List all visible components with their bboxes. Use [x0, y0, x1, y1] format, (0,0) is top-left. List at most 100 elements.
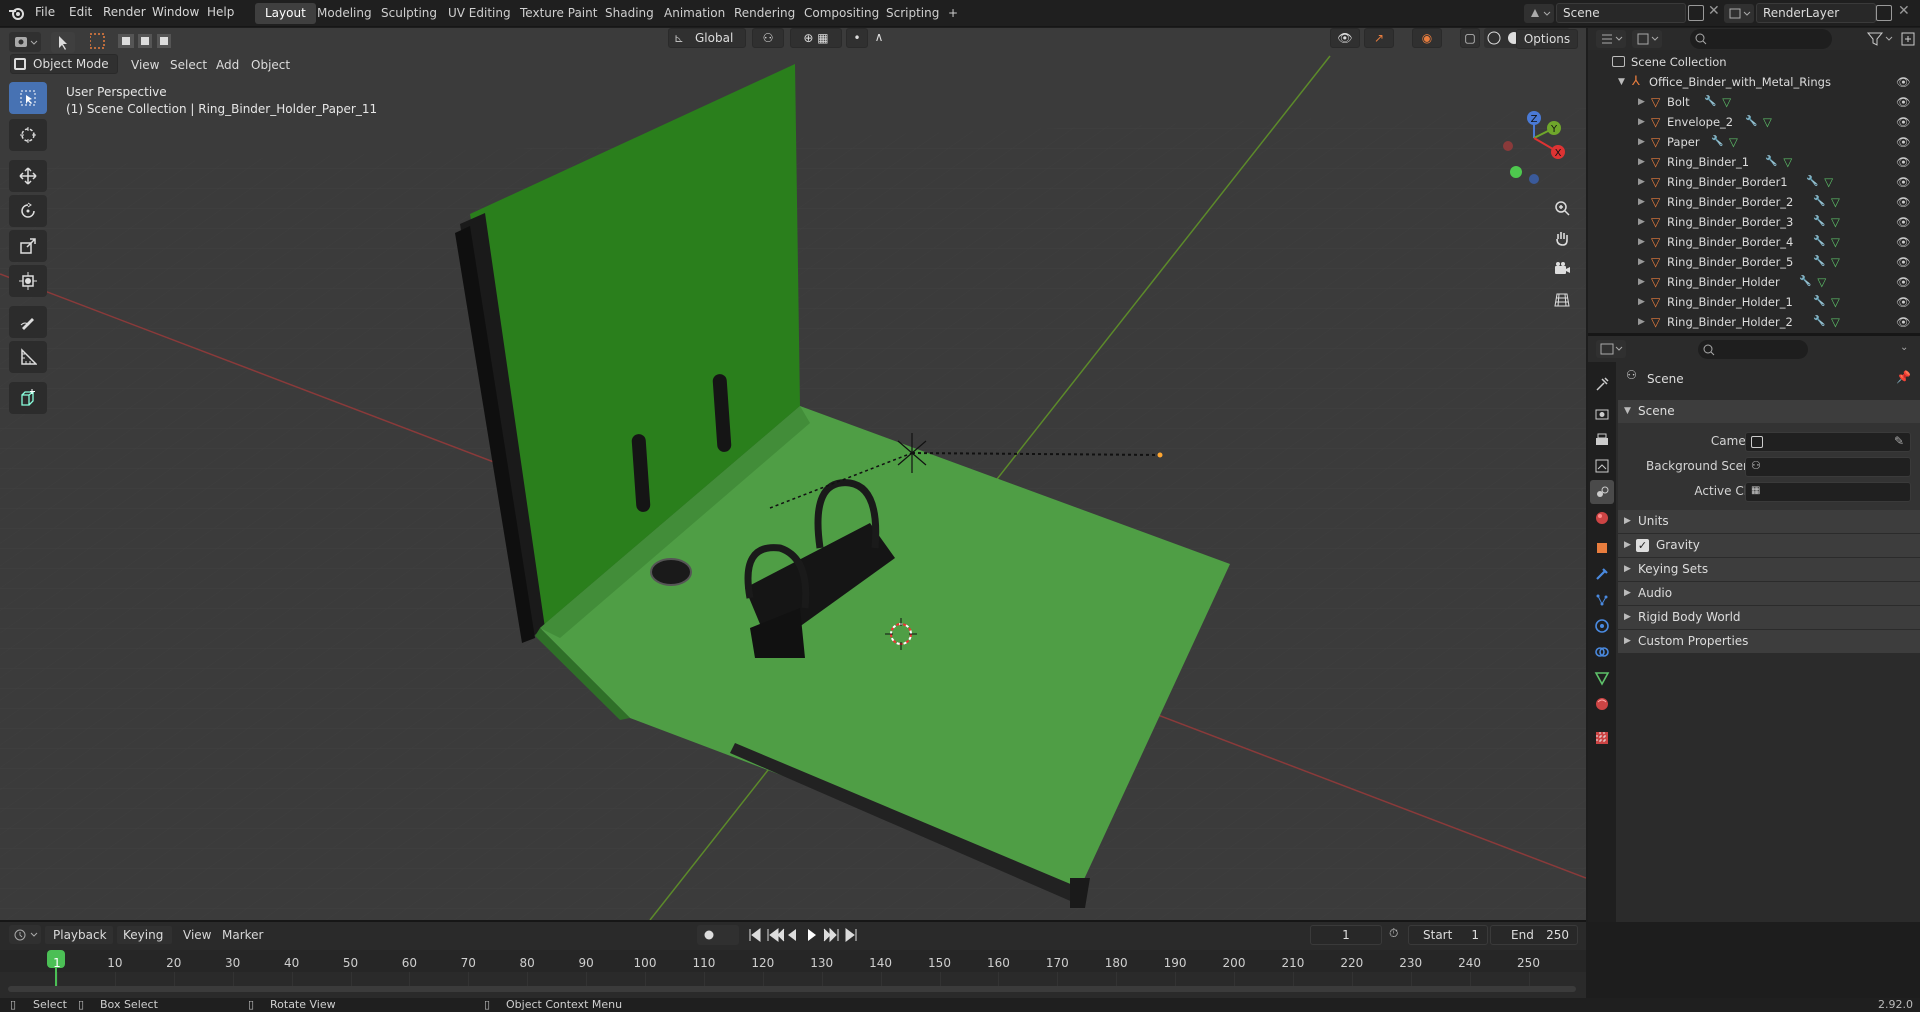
close-icon[interactable]: ✕	[1898, 3, 1910, 19]
outliner-item[interactable]: ▶ ▽ Paper 🔧 ▽ 👁	[1588, 132, 1920, 152]
mesh-data-icon[interactable]: ▽	[1783, 152, 1792, 172]
select-tool-button[interactable]	[51, 32, 75, 53]
outliner-item[interactable]: ▶ ▽ Ring_Binder_Holder 🔧 ▽ 👁	[1588, 272, 1920, 292]
scene-panel-header[interactable]: ▼ Scene	[1618, 400, 1920, 423]
chevron-right-icon[interactable]: ▶	[1638, 112, 1645, 132]
texture-tab-icon[interactable]	[1590, 726, 1614, 750]
wrench-modifier-icon[interactable]: 🔧	[1813, 252, 1825, 272]
preview-range-icon[interactable]: ⏱	[1389, 926, 1398, 941]
pivot-point-button[interactable]: ⚇	[752, 28, 784, 48]
proportional-edit-button[interactable]: •	[846, 28, 868, 48]
chevron-right-icon[interactable]: ▶	[1638, 132, 1645, 152]
eye-icon[interactable]: 👁	[1896, 212, 1911, 232]
eye-icon[interactable]: 👁	[1896, 152, 1911, 172]
falloff-icon[interactable]: ∧	[868, 28, 890, 48]
material-tab-icon[interactable]	[1590, 692, 1614, 716]
snap-button[interactable]: ⊕ ▦	[790, 28, 842, 48]
playback-controls[interactable]	[746, 925, 866, 945]
outliner-editor-type-button[interactable]	[1596, 30, 1626, 48]
mesh-data-icon[interactable]: ▽	[1831, 252, 1840, 272]
wrench-modifier-icon[interactable]: 🔧	[1813, 312, 1825, 332]
current-frame-field[interactable]: 1	[1310, 925, 1382, 945]
rigid-body-world-panel-header[interactable]: ▶ Rigid Body World	[1618, 606, 1920, 629]
end-frame-field[interactable]: End 250	[1490, 925, 1578, 945]
eye-icon[interactable]: 👁	[1896, 252, 1911, 272]
view-layer-field[interactable]: RenderLayer	[1756, 3, 1876, 23]
mesh-data-icon[interactable]: ▽	[1831, 232, 1840, 252]
chevron-right-icon[interactable]: ▶	[1638, 152, 1645, 172]
tab-scripting[interactable]: Scripting	[876, 3, 949, 24]
constraints-tab-icon[interactable]	[1590, 640, 1614, 664]
display-mode-button[interactable]	[1632, 30, 1662, 48]
overlay-toggle[interactable]: ◉	[1412, 28, 1442, 48]
gravity-checkbox[interactable]: ✓	[1636, 539, 1649, 552]
tab-compositing[interactable]: Compositing	[794, 3, 889, 24]
eye-icon[interactable]: 👁	[1896, 192, 1911, 212]
timeline-view-menu[interactable]: View	[183, 928, 211, 942]
playback-dropdown[interactable]: Playback	[44, 925, 114, 945]
measure-tool[interactable]	[9, 341, 47, 373]
outliner-item[interactable]: ▶ ▽ Ring_Binder_Border_3 🔧 ▽ 👁	[1588, 212, 1920, 232]
outliner-item[interactable]: ▶ ▽ Ring_Binder_Border1 🔧 ▽ 👁	[1588, 172, 1920, 192]
eye-icon[interactable]: 👁	[1896, 292, 1911, 312]
physics-tab-icon[interactable]	[1590, 614, 1614, 638]
particles-tab-icon[interactable]	[1590, 588, 1614, 612]
annotate-tool[interactable]	[9, 306, 47, 338]
tab-uv-editing[interactable]: UV Editing	[438, 3, 521, 24]
timeline-marker-menu[interactable]: Marker	[222, 928, 263, 942]
outliner-collection-row[interactable]: ▼ ⅄ Office_Binder_with_Metal_Rings 👁	[1588, 72, 1920, 92]
outliner-item[interactable]: ▶ ▽ Ring_Binder_Holder_2 🔧 ▽ 👁	[1588, 312, 1920, 332]
mesh-data-icon[interactable]: ▽	[1824, 172, 1833, 192]
wrench-modifier-icon[interactable]: 🔧	[1813, 212, 1825, 232]
close-icon[interactable]: ✕	[1708, 3, 1720, 19]
menu-view[interactable]: View	[131, 58, 159, 72]
chevron-right-icon[interactable]: ▶	[1638, 212, 1645, 232]
data-tab-icon[interactable]	[1590, 666, 1614, 690]
move-tool[interactable]	[9, 160, 47, 192]
tab-texture-paint[interactable]: Texture Paint	[510, 3, 607, 24]
eye-icon[interactable]: 👁	[1896, 312, 1911, 332]
outliner-search-input[interactable]	[1690, 29, 1832, 49]
eye-icon[interactable]: 👁	[1896, 112, 1911, 132]
timeline-scrollbar[interactable]	[8, 986, 1576, 992]
outliner-item[interactable]: ▶ ▽ Ring_Binder_Holder_1 🔧 ▽ 👁	[1588, 292, 1920, 312]
area-divider[interactable]	[0, 920, 1586, 922]
audio-panel-header[interactable]: ▶ Audio	[1618, 582, 1920, 605]
chevron-down-icon[interactable]: ⌄	[1900, 342, 1908, 353]
mesh-data-icon[interactable]: ▽	[1817, 272, 1826, 292]
keying-sets-panel-header[interactable]: ▶ Keying Sets	[1618, 558, 1920, 581]
mesh-data-icon[interactable]: ▽	[1831, 292, 1840, 312]
tool-tab-icon[interactable]	[1590, 372, 1614, 396]
menu-window[interactable]: Window	[152, 0, 199, 25]
chevron-right-icon[interactable]: ▶	[1638, 92, 1645, 112]
camera-view-icon[interactable]	[1548, 255, 1576, 283]
camera-field[interactable]: ✎	[1745, 432, 1911, 452]
3d-viewport[interactable]: User Perspective (1) Scene Collection | …	[0, 28, 1586, 920]
wrench-modifier-icon[interactable]: 🔧	[1711, 132, 1723, 152]
menu-object[interactable]: Object	[251, 58, 290, 72]
pin-icon[interactable]: 📌	[1896, 370, 1911, 384]
xray-toggle[interactable]: ▢	[1460, 28, 1480, 48]
new-scene-icon[interactable]	[1688, 5, 1704, 21]
blender-logo-icon[interactable]	[8, 5, 26, 21]
new-collection-icon[interactable]	[1900, 31, 1916, 47]
outliner-scene-collection[interactable]: Scene Collection	[1588, 52, 1920, 72]
gizmo-toggle[interactable]: ↗	[1364, 28, 1394, 48]
properties-editor-type-button[interactable]	[1596, 340, 1626, 358]
new-view-layer-icon[interactable]	[1876, 5, 1892, 21]
wrench-modifier-icon[interactable]: 🔧	[1704, 92, 1716, 112]
visibility-dropdown[interactable]: 👁	[1330, 28, 1360, 48]
options-dropdown[interactable]: Options	[1516, 29, 1578, 49]
wrench-modifier-icon[interactable]: 🔧	[1813, 292, 1825, 312]
outliner-item[interactable]: ▶ ▽ Envelope_2 🔧 ▽ 👁	[1588, 112, 1920, 132]
eye-icon[interactable]: 👁	[1896, 232, 1911, 252]
wrench-modifier-icon[interactable]: 🔧	[1765, 152, 1777, 172]
outliner-item[interactable]: ▶ ▽ Ring_Binder_Border_2 🔧 ▽ 👁	[1588, 192, 1920, 212]
outliner-item[interactable]: ▶ ▽ Ring_Binder_Border_4 🔧 ▽ 👁	[1588, 232, 1920, 252]
zoom-icon[interactable]	[1548, 194, 1576, 222]
wrench-modifier-icon[interactable]: 🔧	[1799, 272, 1811, 292]
chevron-right-icon[interactable]: ▶	[1638, 252, 1645, 272]
eye-icon[interactable]: 👁	[1896, 172, 1911, 192]
scene-tab-icon[interactable]	[1590, 480, 1614, 504]
gravity-panel-header[interactable]: ▶ ✓ Gravity	[1618, 534, 1920, 557]
